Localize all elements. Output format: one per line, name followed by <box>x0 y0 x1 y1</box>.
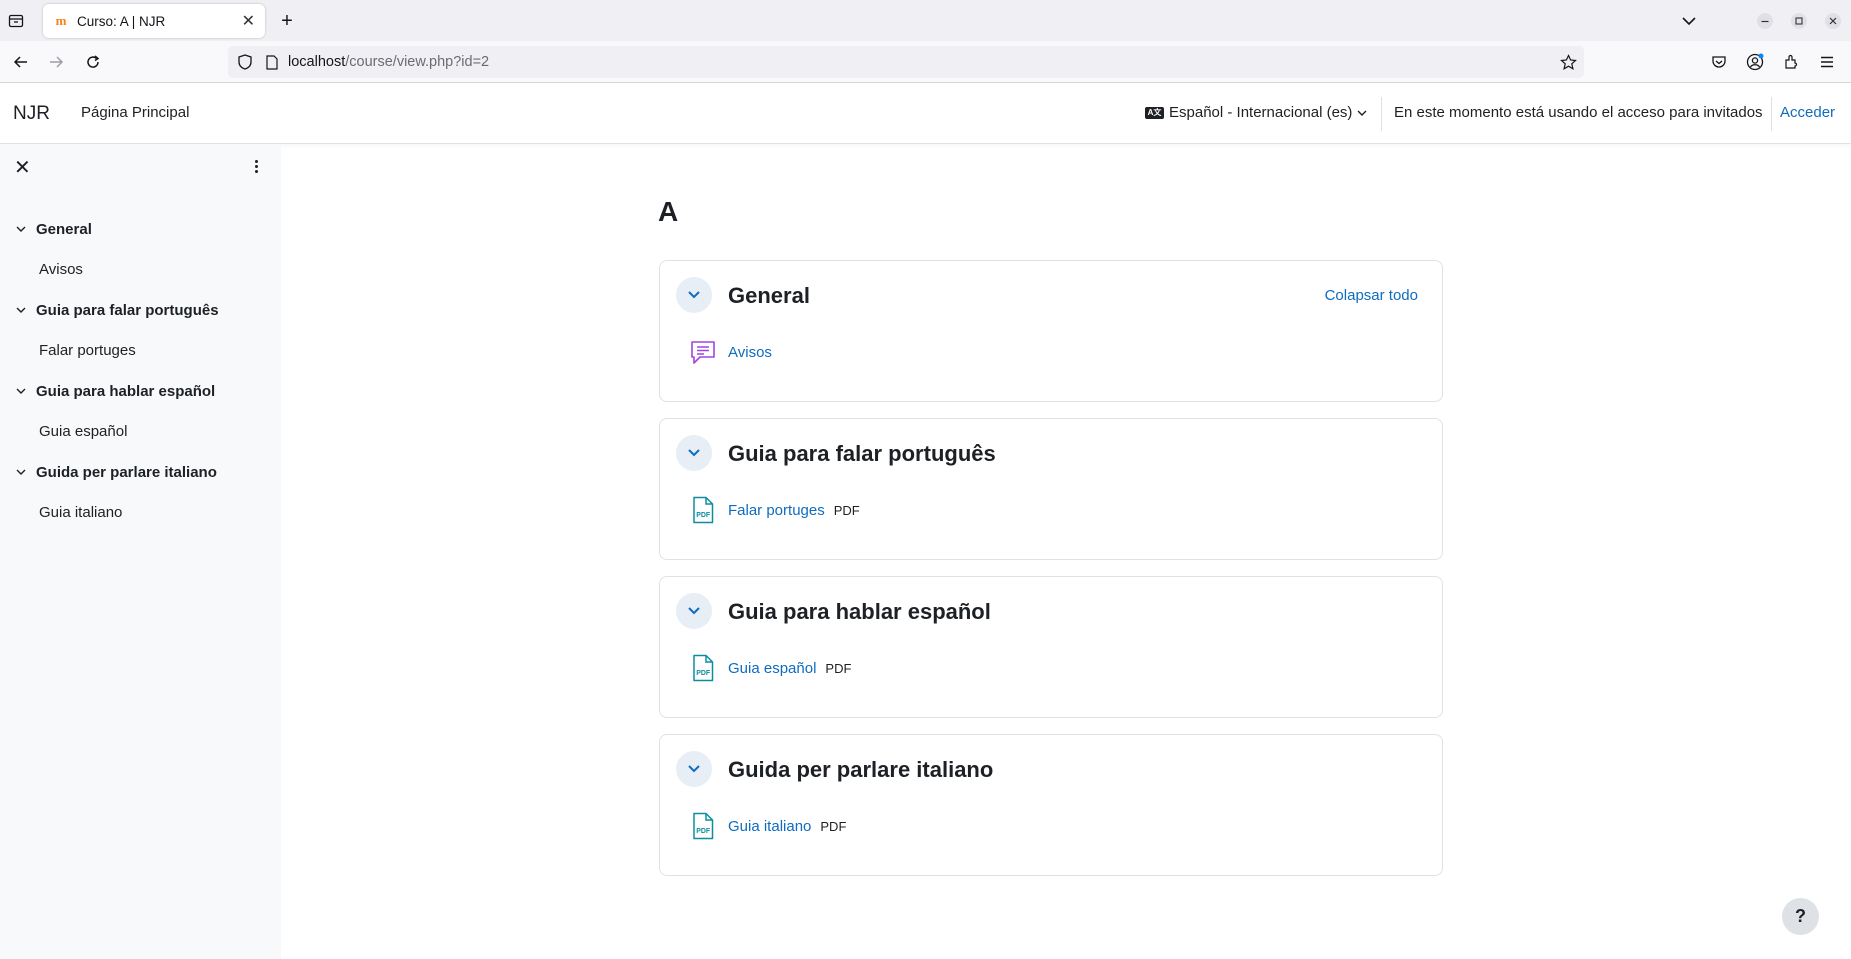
chevron-down-icon <box>1357 110 1367 116</box>
moodle-favicon-icon: m <box>55 13 67 28</box>
forward-icon[interactable] <box>45 51 67 73</box>
forum-icon <box>690 338 716 366</box>
tab-list-icon[interactable] <box>5 10 27 32</box>
restore-icon[interactable] <box>1788 10 1810 32</box>
account-icon[interactable] <box>1744 51 1766 73</box>
login-link[interactable]: Acceder <box>1780 104 1835 121</box>
extensions-icon[interactable] <box>1780 51 1802 73</box>
course-section-portugues: Guia para falar português PDF Falar port… <box>659 418 1443 560</box>
pdf-icon: PDF <box>690 654 716 682</box>
drawer-section-espanol[interactable]: Guia para hablar español <box>16 383 215 400</box>
new-tab-icon[interactable]: + <box>276 10 298 32</box>
chevron-down-icon[interactable] <box>16 224 30 236</box>
section-collapse-chevron-icon[interactable] <box>676 277 712 313</box>
more-options-icon[interactable] <box>246 156 266 176</box>
help-button[interactable]: ? <box>1782 898 1819 935</box>
drawer-activity-guia-espanol[interactable]: Guia español <box>39 423 127 440</box>
tracking-shield-icon[interactable] <box>236 53 254 71</box>
section-collapse-chevron-icon[interactable] <box>676 751 712 787</box>
nav-home-link[interactable]: Página Principal <box>81 104 189 121</box>
activity-type-badge: PDF <box>833 502 860 518</box>
svg-text:PDF: PDF <box>696 670 711 677</box>
svg-text:PDF: PDF <box>696 512 711 519</box>
drawer-activity-avisos[interactable]: Avisos <box>39 261 83 278</box>
divider <box>1771 97 1772 131</box>
activity-avisos[interactable]: Avisos <box>690 338 772 366</box>
course-index-drawer: ✕ General Avisos Guia para falar portugu… <box>0 144 281 959</box>
page-info-icon[interactable] <box>264 53 280 71</box>
collapse-all-link[interactable]: Colapsar todo <box>1325 287 1418 304</box>
section-title[interactable]: Guia para hablar español <box>728 599 991 625</box>
drawer-section-label: General <box>36 221 92 238</box>
activity-link[interactable]: Guia español <box>728 660 816 677</box>
section-title[interactable]: Guia para falar português <box>728 441 996 467</box>
language-menu[interactable]: A文 Español - Internacional (es) <box>1145 104 1367 121</box>
language-icon: A文 <box>1145 106 1164 119</box>
section-title[interactable]: General <box>728 283 810 309</box>
chevron-down-icon[interactable] <box>16 386 30 398</box>
drawer-activity-falar-portuges[interactable]: Falar portuges <box>39 342 136 359</box>
minimize-icon[interactable] <box>1754 10 1776 32</box>
section-collapse-chevron-icon[interactable] <box>676 593 712 629</box>
tab-title: Curso: A | NJR <box>77 13 166 29</box>
back-icon[interactable] <box>10 51 32 73</box>
site-brand[interactable]: NJR <box>13 103 50 125</box>
pdf-icon: PDF <box>690 496 716 524</box>
browser-navbar: localhost/course/view.php?id=2 <box>0 41 1851 83</box>
activity-type-badge: PDF <box>820 818 847 834</box>
drawer-section-label: Guida per parlare italiano <box>36 464 217 481</box>
activity-link[interactable]: Falar portuges <box>728 502 825 519</box>
url-text[interactable]: localhost/course/view.php?id=2 <box>288 54 489 70</box>
browser-tab-active[interactable]: m Curso: A | NJR ✕ <box>43 4 265 38</box>
page-title: A <box>658 196 679 227</box>
drawer-section-label: Guia para falar português <box>36 302 219 319</box>
chevron-down-icon[interactable] <box>16 467 30 479</box>
activity-type-badge: PDF <box>825 660 852 676</box>
tab-close-icon[interactable]: ✕ <box>242 11 255 31</box>
activity-falar-portuges[interactable]: PDF Falar portuges PDF <box>690 496 860 524</box>
address-bar[interactable]: localhost/course/view.php?id=2 <box>228 46 1584 78</box>
list-all-tabs-chevron-icon[interactable] <box>1678 10 1700 32</box>
course-section-espanol: Guia para hablar español PDF Guia españo… <box>659 576 1443 718</box>
app-menu-icon[interactable] <box>1816 51 1838 73</box>
drawer-section-label: Guia para hablar español <box>36 383 216 400</box>
drawer-section-general[interactable]: General <box>16 221 92 238</box>
activity-link[interactable]: Guia italiano <box>728 818 811 835</box>
activity-guia-espanol[interactable]: PDF Guia español PDF <box>690 654 851 682</box>
drawer-section-italiano[interactable]: Guida per parlare italiano <box>16 464 217 481</box>
activity-link[interactable]: Avisos <box>728 344 772 361</box>
pocket-icon[interactable] <box>1708 51 1730 73</box>
course-section-italiano: Guida per parlare italiano PDF Guia ital… <box>659 734 1443 876</box>
site-header: NJR Página Principal A文 Español - Intern… <box>0 83 1851 144</box>
window-close-icon[interactable] <box>1822 10 1844 32</box>
section-title[interactable]: Guida per parlare italiano <box>728 757 993 783</box>
browser-tabbar: m Curso: A | NJR ✕ + <box>0 0 1851 41</box>
pdf-icon: PDF <box>690 812 716 840</box>
drawer-activity-guia-italiano[interactable]: Guia italiano <box>39 504 122 521</box>
drawer-section-portugues[interactable]: Guia para falar português <box>16 302 219 319</box>
close-drawer-icon[interactable]: ✕ <box>14 155 31 180</box>
activity-guia-italiano[interactable]: PDF Guia italiano PDF <box>690 812 846 840</box>
divider <box>1381 97 1382 131</box>
language-label: Español - Internacional (es) <box>1169 104 1353 121</box>
guest-notice: En este momento está usando el acceso pa… <box>1394 104 1763 121</box>
bookmark-star-icon[interactable] <box>1558 52 1578 72</box>
chevron-down-icon[interactable] <box>16 305 30 317</box>
section-collapse-chevron-icon[interactable] <box>676 435 712 471</box>
reload-icon[interactable] <box>82 51 104 73</box>
svg-text:PDF: PDF <box>696 828 711 835</box>
course-section-general: General Colapsar todo Avisos <box>659 260 1443 402</box>
